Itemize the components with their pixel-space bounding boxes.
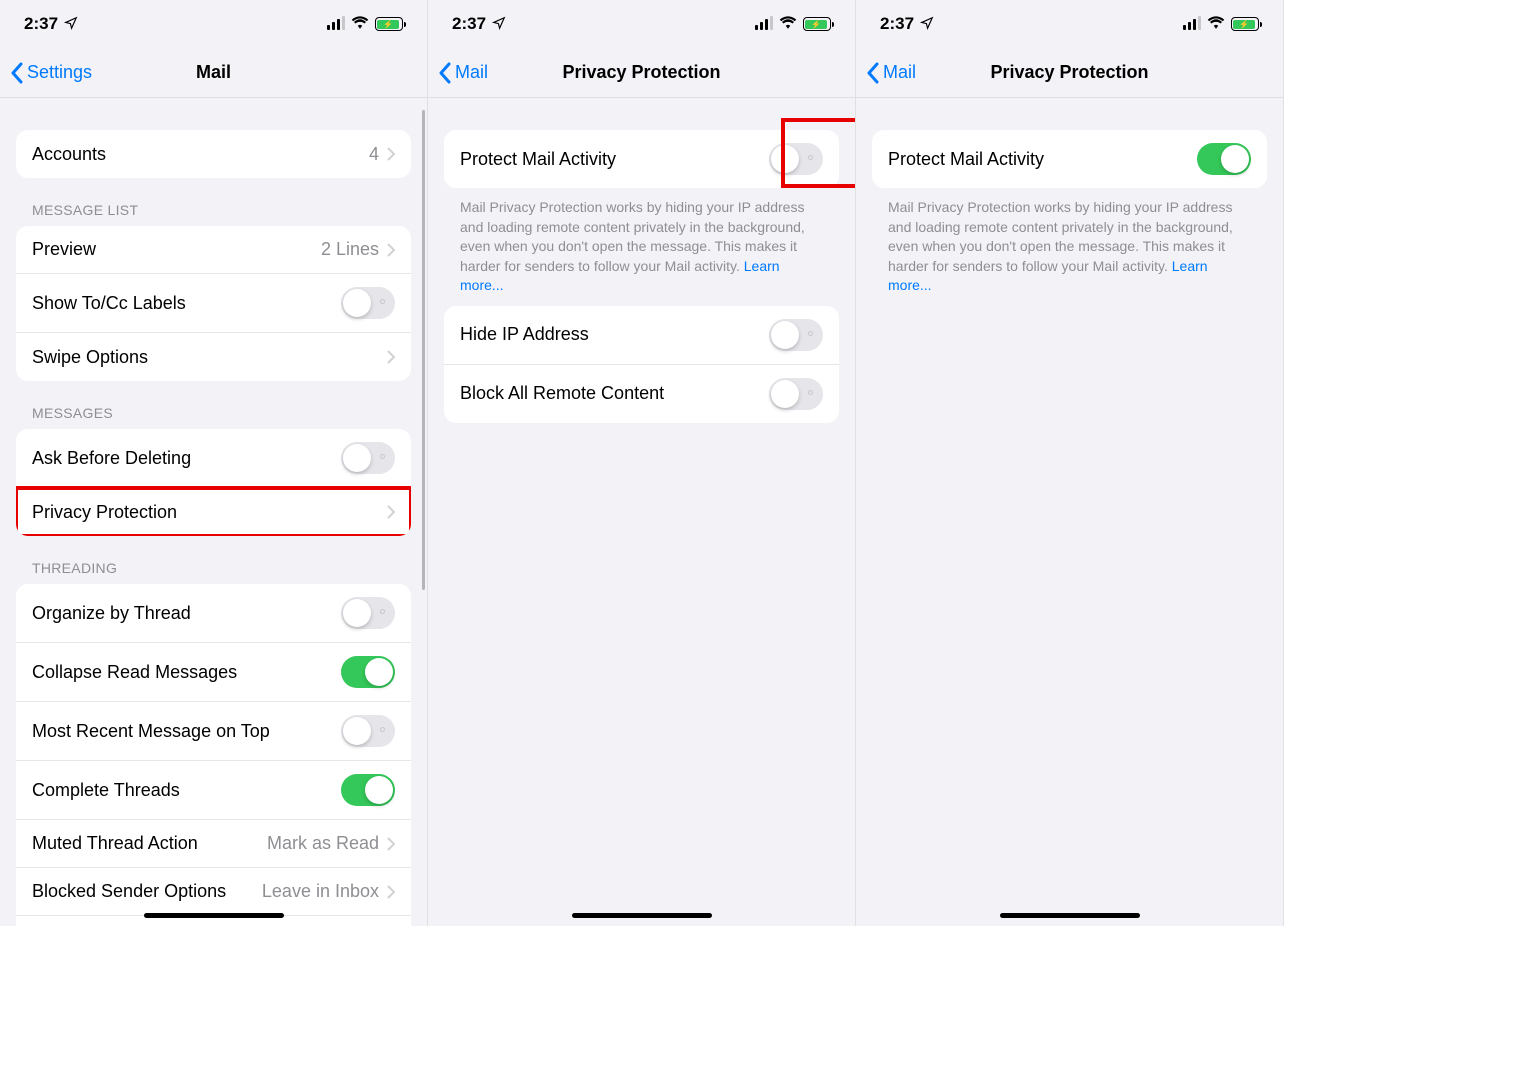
status-time: 2:37 (880, 14, 914, 34)
section-header-message-list: MESSAGE LIST (16, 178, 411, 226)
recent-toggle[interactable] (341, 715, 395, 747)
collapse-read-row: Collapse Read Messages (16, 643, 411, 702)
block-remote-toggle[interactable] (769, 378, 823, 410)
swipe-label: Swipe Options (32, 347, 148, 368)
blocked-sender-value: Leave in Inbox (262, 881, 379, 902)
wifi-icon (351, 14, 369, 34)
show-tocc-row: Show To/Cc Labels (16, 274, 411, 333)
accounts-label: Accounts (32, 144, 106, 165)
home-indicator[interactable] (144, 913, 284, 918)
location-icon (920, 16, 934, 33)
home-indicator[interactable] (1000, 913, 1140, 918)
back-button[interactable]: Mail (856, 62, 916, 84)
blocked-sender-label: Blocked Sender Options (32, 881, 226, 902)
hide-ip-row: Hide IP Address (444, 306, 839, 365)
privacy-content: Protect Mail Activity Mail Privacy Prote… (856, 98, 1283, 926)
back-label: Mail (455, 62, 488, 83)
back-label: Mail (883, 62, 916, 83)
protect-label: Protect Mail Activity (460, 149, 616, 170)
collapse-toggle[interactable] (341, 656, 395, 688)
screen-mail-settings: 2:37 ⚡ Settings Mail Accounts 4 (0, 0, 428, 926)
protect-mail-activity-row: Protect Mail Activity (872, 130, 1267, 188)
blocked-sender-row[interactable]: Blocked Sender Options Leave in Inbox (16, 868, 411, 916)
complete-threads-row: Complete Threads (16, 761, 411, 820)
chevron-left-icon (10, 62, 23, 84)
organize-toggle[interactable] (341, 597, 395, 629)
location-icon (64, 16, 78, 33)
section-header-messages: MESSAGES (16, 381, 411, 429)
organize-label: Organize by Thread (32, 603, 191, 624)
privacy-description: Mail Privacy Protection works by hiding … (444, 188, 839, 306)
settings-content: Accounts 4 MESSAGE LIST Preview 2 Lines … (0, 98, 427, 926)
status-bar: 2:37 ⚡ (428, 0, 855, 48)
protect-mail-activity-row: Protect Mail Activity (444, 130, 839, 188)
block-remote-label: Block All Remote Content (460, 383, 664, 404)
muted-label: Muted Thread Action (32, 833, 198, 854)
privacy-label: Privacy Protection (32, 502, 177, 523)
hide-ip-label: Hide IP Address (460, 324, 589, 345)
protect-toggle[interactable] (1197, 143, 1251, 175)
accounts-row[interactable]: Accounts 4 (16, 130, 411, 178)
preview-label: Preview (32, 239, 96, 260)
nav-title: Privacy Protection (856, 62, 1283, 83)
chevron-left-icon (866, 62, 879, 84)
ask-before-label: Ask Before Deleting (32, 448, 191, 469)
privacy-description: Mail Privacy Protection works by hiding … (872, 188, 1267, 306)
screen-privacy-off: 2:37 ⚡ Mail Privacy Protection Protect M… (428, 0, 856, 926)
back-button[interactable]: Settings (0, 62, 92, 84)
hide-ip-toggle[interactable] (769, 319, 823, 351)
section-header-threading: THREADING (16, 536, 411, 584)
collapse-label: Collapse Read Messages (32, 662, 237, 683)
battery-icon: ⚡ (375, 17, 403, 31)
status-bar: 2:37 ⚡ (0, 0, 427, 48)
muted-action-row[interactable]: Muted Thread Action Mark as Read (16, 820, 411, 868)
chevron-right-icon (387, 837, 395, 851)
recent-label: Most Recent Message on Top (32, 721, 270, 742)
show-tocc-label: Show To/Cc Labels (32, 293, 186, 314)
ask-before-toggle[interactable] (341, 442, 395, 474)
cellular-signal-icon (1183, 18, 1201, 30)
show-tocc-toggle[interactable] (341, 287, 395, 319)
cellular-signal-icon (327, 18, 345, 30)
home-indicator[interactable] (572, 913, 712, 918)
privacy-protection-row[interactable]: Privacy Protection (16, 488, 411, 536)
complete-toggle[interactable] (341, 774, 395, 806)
back-button[interactable]: Mail (428, 62, 488, 84)
muted-value: Mark as Read (267, 833, 379, 854)
nav-bar: Mail Privacy Protection (856, 48, 1283, 98)
recent-on-top-row: Most Recent Message on Top (16, 702, 411, 761)
status-time: 2:37 (452, 14, 486, 34)
location-icon (492, 16, 506, 33)
screen-privacy-on: 2:37 ⚡ Mail Privacy Protection Protect M… (856, 0, 1284, 926)
scrollbar[interactable] (422, 110, 425, 590)
battery-icon: ⚡ (1231, 17, 1259, 31)
accounts-value: 4 (369, 144, 379, 165)
complete-label: Complete Threads (32, 780, 180, 801)
chevron-right-icon (387, 350, 395, 364)
preview-value: 2 Lines (321, 239, 379, 260)
chevron-left-icon (438, 62, 451, 84)
nav-bar: Mail Privacy Protection (428, 48, 855, 98)
status-bar: 2:37 ⚡ (856, 0, 1283, 48)
chevron-right-icon (387, 505, 395, 519)
swipe-options-row[interactable]: Swipe Options (16, 333, 411, 381)
protect-toggle[interactable] (769, 143, 823, 175)
nav-title: Privacy Protection (428, 62, 855, 83)
wifi-icon (1207, 14, 1225, 34)
block-remote-row: Block All Remote Content (444, 365, 839, 423)
protect-label: Protect Mail Activity (888, 149, 1044, 170)
ask-before-deleting-row: Ask Before Deleting (16, 429, 411, 488)
chevron-right-icon (387, 885, 395, 899)
privacy-content: Protect Mail Activity Mail Privacy Prote… (428, 98, 855, 926)
preview-row[interactable]: Preview 2 Lines (16, 226, 411, 274)
cellular-signal-icon (755, 18, 773, 30)
battery-icon: ⚡ (803, 17, 831, 31)
chevron-right-icon (387, 147, 395, 161)
back-label: Settings (27, 62, 92, 83)
nav-bar: Settings Mail (0, 48, 427, 98)
status-time: 2:37 (24, 14, 58, 34)
organize-thread-row: Organize by Thread (16, 584, 411, 643)
wifi-icon (779, 14, 797, 34)
chevron-right-icon (387, 243, 395, 257)
